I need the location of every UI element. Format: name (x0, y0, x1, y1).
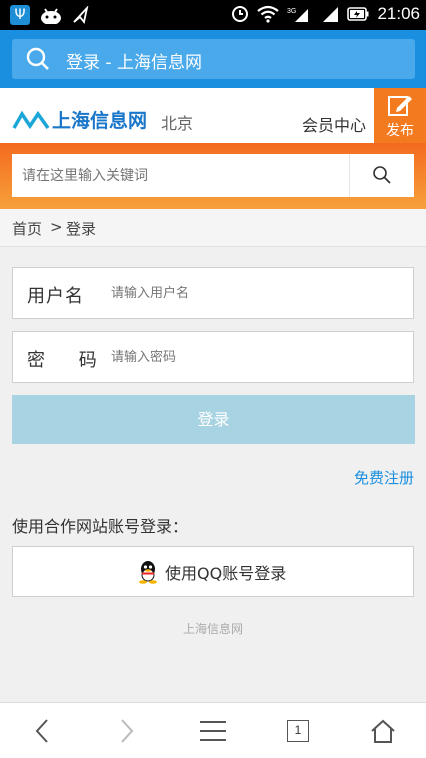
chevron-left-icon (35, 719, 48, 743)
signal-icon (323, 7, 339, 22)
signal-3g-icon: 3G (287, 8, 309, 22)
site-logo[interactable]: 上海信息网 (12, 106, 147, 133)
password-input[interactable] (111, 344, 401, 370)
breadcrumb-separator: > (50, 218, 63, 236)
publish-label: 发布 (386, 123, 414, 139)
partner-login-text: 使用合作网站账号登录： (12, 517, 189, 536)
search-icon (373, 166, 391, 184)
member-center-link[interactable]: 会员中心 (302, 112, 366, 136)
usb-icon: Ψ (10, 5, 30, 25)
status-left-icons: Ψ (10, 5, 90, 25)
username-input[interactable] (111, 280, 401, 306)
chevron-right-icon (121, 719, 134, 743)
qq-login-button[interactable]: 使用QQ账号登录 (12, 546, 414, 597)
back-button[interactable] (22, 713, 62, 749)
login-button[interactable]: 登录 (12, 395, 415, 444)
page-title: 登录 - 上海信息网 (66, 53, 202, 73)
qq-login-label: 使用QQ账号登录 (165, 564, 287, 583)
menu-button[interactable] (193, 713, 233, 749)
search-button[interactable] (349, 154, 414, 197)
svg-text:3G: 3G (287, 8, 296, 15)
search-bar (0, 143, 426, 209)
status-bar: Ψ 3G 21:06 (0, 0, 426, 30)
city-selector[interactable]: 北京 (161, 110, 193, 134)
forward-button[interactable] (107, 713, 147, 749)
tab-count: 1 (287, 720, 309, 742)
breadcrumb-current: 登录 (66, 220, 97, 238)
publish-button[interactable]: 发布 (374, 88, 426, 143)
battery-icon (347, 7, 369, 21)
logo-mark-icon (12, 110, 50, 129)
edit-icon (388, 96, 412, 116)
tabs-button[interactable]: 1 (278, 713, 318, 749)
username-label: 用户名 (27, 286, 84, 307)
status-right-icons: 3G 21:06 (231, 4, 420, 24)
qq-penguin-icon (139, 561, 157, 584)
alarm-icon (232, 6, 249, 22)
breadcrumb: 首页 > 登录 (0, 209, 426, 247)
address-box[interactable]: 登录 - 上海信息网 (12, 39, 415, 79)
clock-time: 21:06 (377, 4, 420, 23)
password-label: 密 码 (27, 350, 111, 371)
password-field: 密 码 (12, 331, 414, 383)
search-icon (26, 47, 49, 70)
register-link[interactable]: 免费注册 (354, 467, 414, 488)
home-icon (371, 719, 395, 743)
android-icon (41, 8, 61, 24)
site-header: 上海信息网 北京 会员中心 (0, 88, 426, 143)
browser-address-bar: 登录 - 上海信息网 (0, 30, 426, 88)
browser-bottom-nav: 1 (0, 702, 426, 758)
navigation-icon (73, 6, 89, 24)
logo-text: 上海信息网 (52, 110, 148, 132)
username-field: 用户名 (12, 267, 414, 319)
breadcrumb-home[interactable]: 首页 (12, 218, 42, 239)
keyword-search-input[interactable] (12, 154, 349, 197)
footer-text: 上海信息网 (182, 622, 243, 636)
home-button[interactable] (363, 713, 403, 749)
menu-icon (200, 721, 226, 741)
wifi-icon (257, 5, 280, 23)
